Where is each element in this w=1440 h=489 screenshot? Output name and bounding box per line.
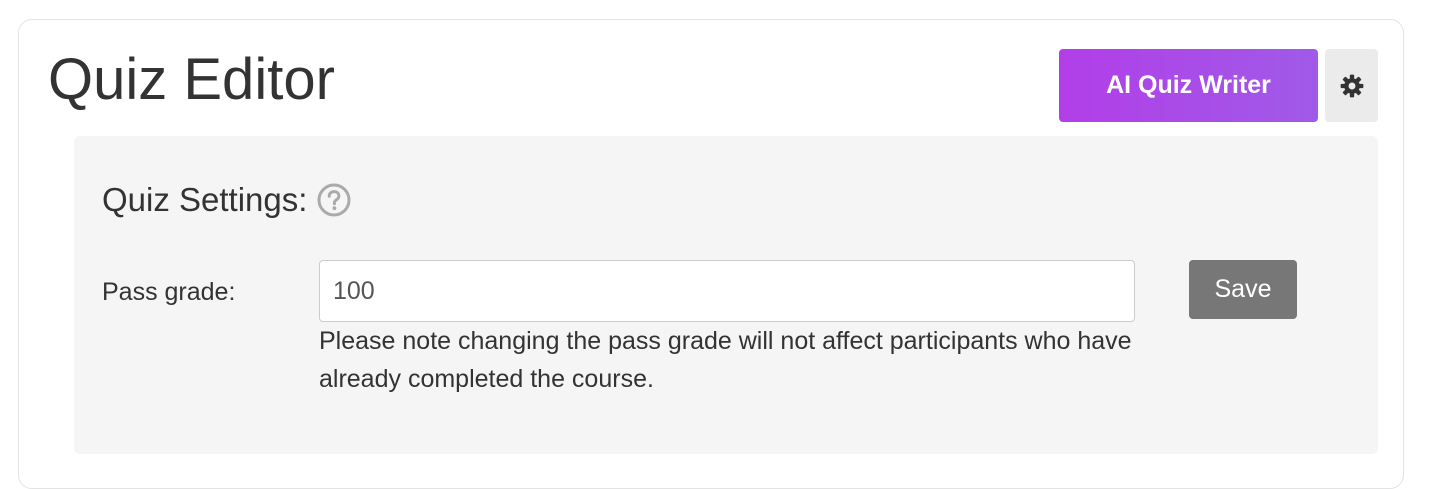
quiz-settings-title: Quiz Settings:: [102, 181, 308, 218]
pass-grade-note: Please note changing the pass grade will…: [319, 327, 1132, 393]
gear-icon: [1339, 73, 1365, 99]
page-title: Quiz Editor: [48, 47, 335, 112]
question-circle-icon[interactable]: [317, 183, 351, 217]
ai-quiz-writer-button[interactable]: AI Quiz Writer: [1059, 49, 1318, 122]
quiz-settings-header: Quiz Settings:: [102, 180, 351, 220]
pass-grade-label: Pass grade:: [102, 278, 236, 306]
quiz-settings-panel: Quiz Settings: Pass grade: Please note c…: [74, 136, 1378, 454]
pass-grade-input[interactable]: [319, 260, 1135, 322]
quiz-editor-card: Quiz Editor AI Quiz Writer Quiz Settings…: [18, 19, 1404, 489]
settings-button[interactable]: [1325, 49, 1378, 122]
save-button[interactable]: Save: [1189, 260, 1297, 319]
